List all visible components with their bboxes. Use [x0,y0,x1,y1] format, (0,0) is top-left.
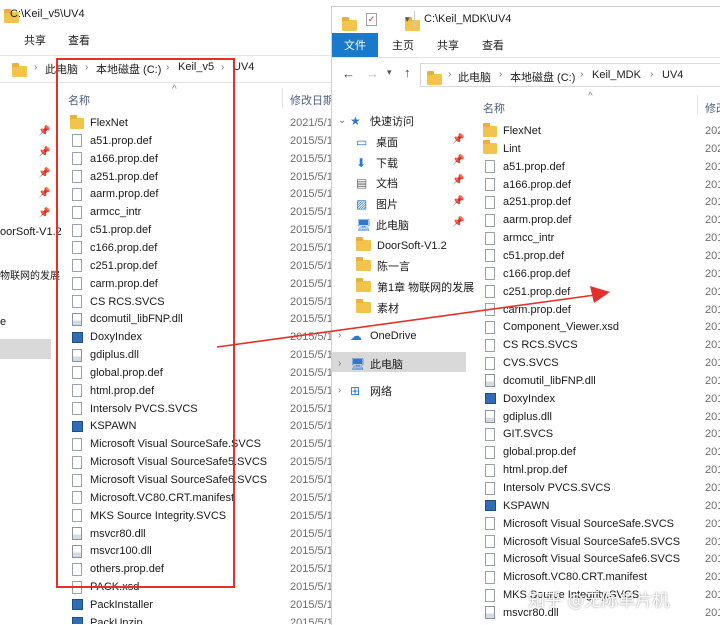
watermark-text: 知乎 @无际单片机 [528,591,670,611]
arrow-head [590,286,610,303]
arrow-line [216,294,596,348]
annotation-arrow [216,286,610,348]
